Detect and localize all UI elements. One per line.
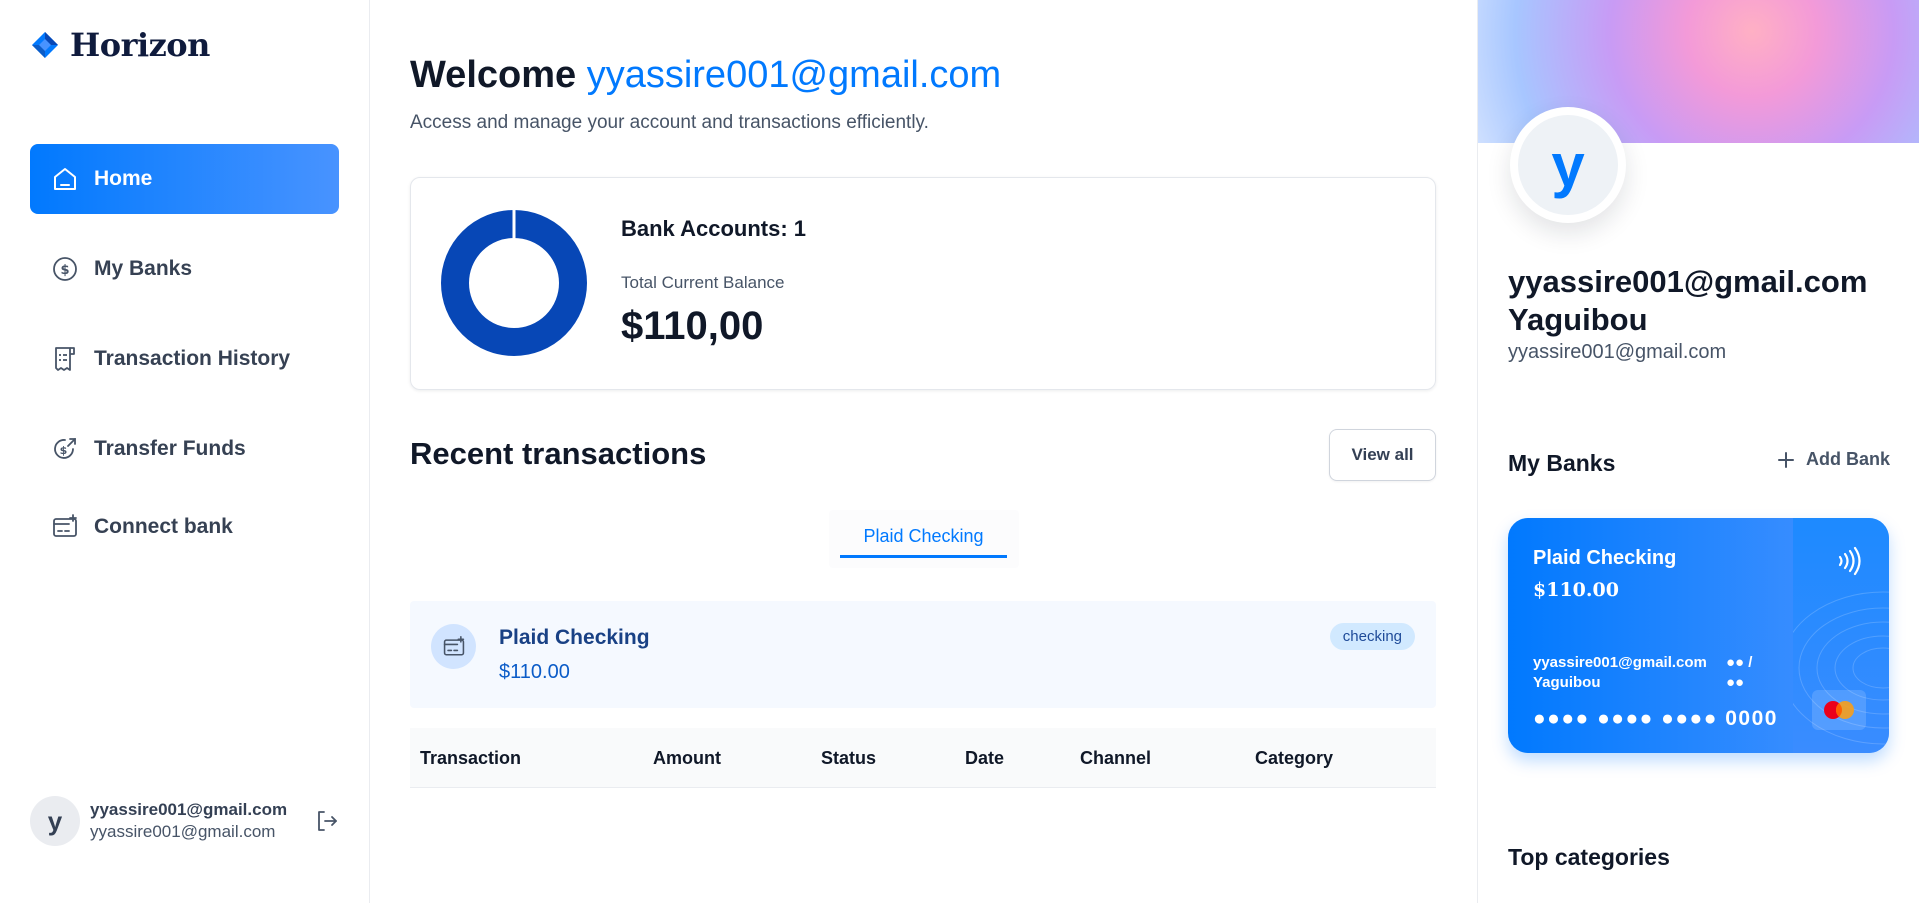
sidebar-item-label: Transfer Funds	[94, 437, 246, 460]
profile-avatar: y	[1510, 107, 1626, 223]
column-header-amount: Amount	[653, 748, 721, 768]
profile-avatar-letter: y	[1518, 115, 1618, 215]
total-balance-label: Total Current Balance	[621, 273, 785, 292]
card-holder-name: yyassire001@gmail.com Yaguibou	[1533, 653, 1723, 693]
column-header-date: Date	[965, 748, 1005, 768]
sidebar-item-transfer-funds[interactable]: $ Transfer Funds	[30, 414, 339, 484]
card-number: ●●●● ●●●● ●●●● 0000	[1533, 707, 1778, 730]
sidebar-footer-user: y yyassire001@gmail.com yyassire001@gmai…	[30, 796, 342, 846]
card-add-icon	[50, 512, 80, 542]
main-content: Welcome yyassire001@gmail.com Access and…	[371, 0, 1476, 903]
card-expiry-line1: ●● /	[1726, 654, 1753, 671]
sidebar-item-connect-bank[interactable]: Connect bank	[30, 492, 339, 562]
svg-text:$: $	[60, 444, 68, 457]
card-bank-name: Plaid Checking	[1533, 547, 1677, 569]
logout-icon	[318, 811, 337, 831]
dollar-circle-icon: $	[50, 254, 80, 284]
column-header-status: Status	[821, 748, 877, 768]
bank-info-row[interactable]: Plaid Checking $110.00 checking	[410, 601, 1436, 708]
bank-tabs: Plaid Checking	[829, 510, 1019, 568]
avatar: y	[30, 796, 80, 846]
svg-text:$: $	[60, 263, 69, 278]
footer-user-name: yyassire001@gmail.com	[90, 800, 288, 819]
bank-info-name: Plaid Checking	[499, 626, 650, 649]
footer-user-info: yyassire001@gmail.com yyassire001@gmail.…	[90, 800, 287, 842]
page-subtitle: Access and manage your account and trans…	[410, 112, 929, 133]
column-header-transaction: Transaction	[420, 748, 522, 768]
footer-user-email: yyassire001@gmail.com	[90, 822, 276, 841]
sidebar: Horizon Home $ My Banks Transaction Hist…	[0, 0, 370, 903]
right-sidebar: y yyassire001@gmail.com Yaguibou yyassir…	[1477, 0, 1919, 903]
profile-name: yyassire001@gmail.com Yaguibou	[1508, 263, 1908, 339]
receipt-icon	[50, 344, 80, 374]
add-bank-button[interactable]: Add Bank	[1776, 449, 1890, 470]
sidebar-item-label: Transaction History	[94, 347, 291, 370]
welcome-prefix: Welcome	[410, 54, 577, 96]
card-expiry: ●● / ●●	[1726, 653, 1752, 693]
home-icon	[50, 164, 80, 194]
profile-name-line1: yyassire001@gmail.com	[1508, 264, 1868, 299]
profile-name-line2: Yaguibou	[1508, 302, 1648, 337]
bank-accounts-count: Bank Accounts: 1	[621, 216, 807, 241]
bank-info-icon-wrap	[431, 624, 476, 669]
bank-info-amount: $110.00	[499, 661, 570, 683]
card-add-icon	[443, 635, 464, 655]
transactions-table-header: Transaction Amount Status Date Channel C…	[410, 728, 1436, 788]
tab-plaid-checking[interactable]: Plaid Checking	[840, 520, 1007, 558]
card-holder-line2: Yaguibou	[1533, 674, 1601, 691]
column-header-category: Category	[1255, 748, 1334, 768]
sidebar-item-my-banks[interactable]: $ My Banks	[30, 234, 339, 304]
account-type-badge: checking	[1329, 623, 1415, 650]
profile-email: yyassire001@gmail.com	[1508, 341, 1727, 363]
recent-transactions-title: Recent transactions	[410, 436, 707, 471]
card-holder-line1: yyassire001@gmail.com	[1533, 654, 1707, 671]
sidebar-item-home[interactable]: Home	[30, 144, 339, 214]
column-header-channel: Channel	[1080, 748, 1152, 768]
balance-donut-chart	[441, 210, 587, 356]
total-balance-value: $110,00	[621, 304, 764, 348]
page-title: Welcome yyassire001@gmail.com	[410, 54, 1001, 97]
view-all-button[interactable]: View all	[1329, 429, 1436, 481]
brand-logo[interactable]: Horizon	[30, 26, 210, 64]
sidebar-item-label: My Banks	[94, 257, 193, 280]
sidebar-nav: Home $ My Banks Transaction History $ Tr…	[30, 144, 339, 582]
contactless-icon	[1838, 546, 1861, 576]
welcome-user: yyassire001@gmail.com	[586, 54, 1002, 96]
top-categories-title: Top categories	[1508, 844, 1670, 870]
bank-card[interactable]: Plaid Checking $110.00 yyassire001@gmail…	[1508, 518, 1889, 753]
money-send-icon: $	[50, 434, 80, 464]
plus-icon	[1778, 451, 1794, 468]
horizon-logo-icon	[32, 32, 58, 58]
total-balance-box: Bank Accounts: 1 Total Current Balance $…	[410, 177, 1436, 390]
brand-name: Horizon	[70, 26, 210, 64]
logout-button[interactable]	[312, 806, 342, 836]
card-balance: $110.00	[1533, 579, 1619, 601]
card-expiry-line2: ●●	[1726, 674, 1745, 691]
sidebar-item-label: Home	[94, 167, 153, 190]
mastercard-icon	[1812, 690, 1866, 730]
sidebar-item-transaction-history[interactable]: Transaction History	[30, 324, 339, 394]
add-bank-label: Add Bank	[1806, 449, 1891, 469]
sidebar-item-label: Connect bank	[94, 515, 233, 538]
my-banks-title: My Banks	[1508, 450, 1616, 476]
